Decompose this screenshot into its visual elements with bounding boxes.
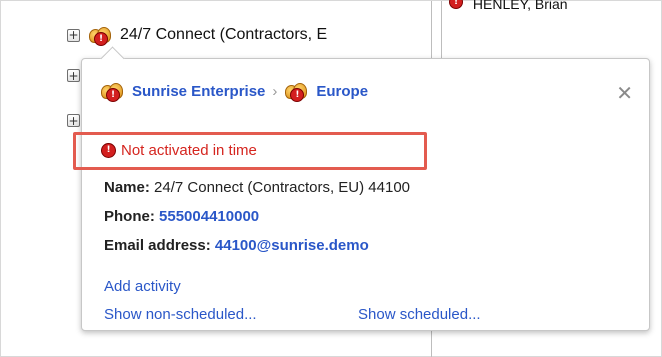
- error-badge-icon: !: [101, 143, 116, 158]
- name-label: Name:: [104, 179, 150, 196]
- breadcrumb-separator: ›: [272, 82, 278, 100]
- name-value: 24/7 Connect (Contractors, EU) 44100: [154, 179, 410, 196]
- show-non-scheduled-link[interactable]: Show non-scheduled...: [104, 306, 257, 323]
- phone-label: Phone:: [104, 208, 155, 225]
- window-frame: ! HENLEY, Brian + ! 24/7 Connect (Contra…: [0, 0, 662, 357]
- name-row: Name: 24/7 Connect (Contractors, EU) 441…: [104, 179, 410, 196]
- contact-name-text: HENLEY, Brian: [472, 0, 568, 12]
- status-message: ! Not activated in time: [101, 142, 257, 159]
- column-separator: [441, 1, 442, 61]
- phone-link[interactable]: 555004410000: [159, 208, 259, 225]
- popup-pointer: [100, 46, 125, 71]
- breadcrumb-item-enterprise[interactable]: Sunrise Enterprise: [132, 83, 265, 100]
- contact-name-clipped[interactable]: ! HENLEY, Brian: [449, 0, 568, 12]
- expand-icon[interactable]: +: [67, 28, 80, 42]
- close-icon[interactable]: ✕: [616, 81, 633, 105]
- show-scheduled-link[interactable]: Show scheduled...: [358, 306, 481, 323]
- error-badge-icon: !: [106, 88, 120, 102]
- email-label: Email address:: [104, 237, 211, 254]
- tree-row[interactable]: + ! 24/7 Connect (Contractors, E: [67, 22, 327, 48]
- error-user-icon: !: [449, 0, 465, 9]
- error-badge-icon: !: [290, 88, 305, 102]
- error-badge-icon: !: [94, 32, 108, 46]
- status-text: Not activated in time: [121, 142, 257, 159]
- group-icon: !: [284, 81, 308, 102]
- email-row: Email address: 44100@sunrise.demo: [104, 237, 369, 254]
- email-link[interactable]: 44100@sunrise.demo: [215, 237, 369, 254]
- breadcrumb: ! Sunrise Enterprise › ! Europe: [100, 79, 368, 103]
- add-activity-link[interactable]: Add activity: [104, 278, 181, 295]
- group-icon: !: [88, 25, 112, 46]
- breadcrumb-item-europe[interactable]: Europe: [316, 83, 368, 100]
- expand-icon[interactable]: +: [67, 114, 80, 127]
- error-badge-icon: !: [449, 0, 463, 9]
- expand-icon[interactable]: +: [67, 69, 80, 82]
- tree-row-label: 24/7 Connect (Contractors, E: [120, 26, 328, 43]
- phone-row: Phone: 555004410000: [104, 208, 259, 225]
- group-icon: !: [100, 81, 124, 102]
- contact-popup: ! Sunrise Enterprise › ! Europe ✕ ! Not …: [73, 46, 650, 331]
